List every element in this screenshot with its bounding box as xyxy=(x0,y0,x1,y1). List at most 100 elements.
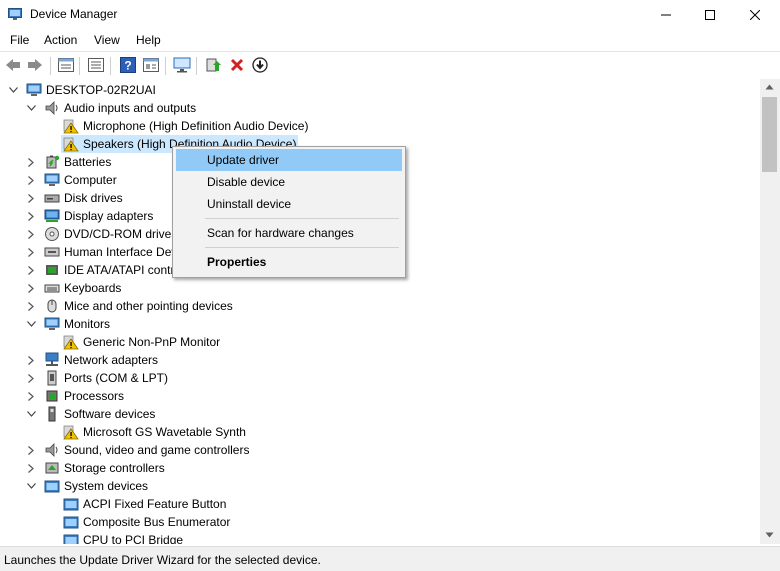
title-bar: Device Manager xyxy=(0,0,780,30)
tree-device[interactable]: CPU to PCI Bridge xyxy=(61,531,185,544)
tree-item-label: Keyboards xyxy=(64,281,122,295)
context-menu-item-uninstall-device[interactable]: Uninstall device xyxy=(176,193,402,215)
context-menu-item-disable-device[interactable]: Disable device xyxy=(176,171,402,193)
tree-root[interactable]: DESKTOP-02R2UAI xyxy=(0,81,156,99)
tree-category[interactable]: Computer xyxy=(28,171,119,189)
help-icon: ? xyxy=(120,57,136,73)
chevron-right-icon[interactable] xyxy=(26,391,36,401)
chevron-right-icon[interactable] xyxy=(26,463,36,473)
status-text: Launches the Update Driver Wizard for th… xyxy=(4,553,321,567)
uninstall-button[interactable] xyxy=(228,56,246,74)
close-icon xyxy=(750,10,760,20)
chevron-right-icon[interactable] xyxy=(26,283,36,293)
chevron-right-icon[interactable] xyxy=(26,265,36,275)
toolbar: ? xyxy=(0,51,780,80)
tree-device[interactable]: Generic Non-PnP Monitor xyxy=(61,333,222,351)
help-button[interactable]: ? xyxy=(119,56,137,74)
back-button[interactable] xyxy=(4,56,22,74)
chevron-right-icon[interactable] xyxy=(26,157,36,167)
tree-device[interactable]: ACPI Fixed Feature Button xyxy=(61,495,228,513)
mouse-icon xyxy=(44,298,60,314)
minimize-button[interactable] xyxy=(643,0,689,30)
computer-icon xyxy=(44,172,60,188)
tree-item-label: Display adapters xyxy=(64,209,154,223)
tree-item-label: Disk drives xyxy=(64,191,123,205)
battery-icon xyxy=(44,154,60,170)
tree-category[interactable]: DVD/CD-ROM drives xyxy=(28,225,179,243)
context-menu-item-scan-for-hardware-changes[interactable]: Scan for hardware changes xyxy=(176,222,402,244)
menu-separator xyxy=(205,218,399,219)
svg-text:?: ? xyxy=(124,59,131,73)
tree-category[interactable]: Display adapters xyxy=(28,207,155,225)
menu-file[interactable]: File xyxy=(10,33,29,47)
menu-help[interactable]: Help xyxy=(136,33,161,47)
tree-category[interactable]: Mice and other pointing devices xyxy=(28,297,235,315)
chevron-down-icon[interactable] xyxy=(26,481,36,491)
warning-icon xyxy=(63,136,79,152)
tree-category[interactable]: Batteries xyxy=(28,153,113,171)
system-device-icon xyxy=(63,532,79,544)
hid-icon xyxy=(44,244,60,260)
tree-category[interactable]: Keyboards xyxy=(28,279,123,297)
scan-hardware-button[interactable] xyxy=(173,56,191,74)
update-driver-button[interactable] xyxy=(204,56,222,74)
list-view-button[interactable] xyxy=(87,56,105,74)
chevron-down-icon[interactable] xyxy=(26,103,36,113)
chevron-right-icon[interactable] xyxy=(26,193,36,203)
tree-item-label: ACPI Fixed Feature Button xyxy=(83,497,227,511)
menu-bar: File Action View Help xyxy=(0,30,780,50)
chevron-down-icon[interactable] xyxy=(26,319,36,329)
context-menu-item-update-driver[interactable]: Update driver xyxy=(176,149,402,171)
tree-item-label: Computer xyxy=(64,173,117,187)
menu-action[interactable]: Action xyxy=(44,33,77,47)
window-title: Device Manager xyxy=(30,7,118,21)
tree-item-label: Microphone (High Definition Audio Device… xyxy=(83,119,309,133)
tree-category[interactable]: Disk drives xyxy=(28,189,125,207)
view-button[interactable] xyxy=(142,56,160,74)
scrollbar-thumb[interactable] xyxy=(762,97,777,172)
view-icon xyxy=(143,58,159,72)
chevron-right-icon[interactable] xyxy=(26,211,36,221)
forward-arrow-icon xyxy=(28,59,42,71)
tree-category[interactable]: Audio inputs and outputs xyxy=(26,99,198,117)
properties-button[interactable] xyxy=(57,56,75,74)
chevron-down-icon[interactable] xyxy=(8,85,18,95)
tree-category[interactable]: Sound, video and game controllers xyxy=(28,441,251,459)
context-menu-item-label: Uninstall device xyxy=(207,197,292,211)
forward-button[interactable] xyxy=(26,56,44,74)
chevron-right-icon[interactable] xyxy=(26,445,36,455)
tree-category[interactable]: Network adapters xyxy=(28,351,160,369)
scroll-up-icon[interactable] xyxy=(765,84,774,90)
tree-item-label: Mice and other pointing devices xyxy=(64,299,233,313)
tree-category[interactable]: Processors xyxy=(28,387,126,405)
chevron-right-icon[interactable] xyxy=(26,247,36,257)
tree-category[interactable]: Monitors xyxy=(26,315,112,333)
tree-category[interactable]: Software devices xyxy=(26,405,157,423)
chevron-down-icon[interactable] xyxy=(26,409,36,419)
monitor-icon xyxy=(44,316,60,332)
tree-device[interactable]: Microsoft GS Wavetable Synth xyxy=(61,423,248,441)
chevron-right-icon[interactable] xyxy=(26,373,36,383)
chevron-right-icon[interactable] xyxy=(26,175,36,185)
maximize-button[interactable] xyxy=(687,0,733,30)
tree-device[interactable]: Microphone (High Definition Audio Device… xyxy=(61,117,310,135)
minimize-icon xyxy=(661,14,671,16)
vertical-scrollbar[interactable] xyxy=(760,79,780,544)
close-button[interactable] xyxy=(732,0,778,30)
chevron-right-icon[interactable] xyxy=(26,355,36,365)
monitor-scan-icon xyxy=(173,57,191,73)
tree-item-label: CPU to PCI Bridge xyxy=(83,533,184,544)
chevron-right-icon[interactable] xyxy=(26,229,36,239)
tree-device[interactable]: Composite Bus Enumerator xyxy=(61,513,232,531)
scroll-down-icon[interactable] xyxy=(765,532,774,538)
menu-view[interactable]: View xyxy=(94,33,120,47)
tree-category[interactable]: Ports (COM & LPT) xyxy=(28,369,170,387)
context-menu-item-properties[interactable]: Properties xyxy=(176,251,402,273)
tree-item-label: Storage controllers xyxy=(64,461,165,475)
tree-category[interactable]: System devices xyxy=(26,477,150,495)
uninstall-x-icon xyxy=(230,58,244,72)
tree-root-label: DESKTOP-02R2UAI xyxy=(46,83,156,97)
chevron-right-icon[interactable] xyxy=(26,301,36,311)
tree-category[interactable]: Storage controllers xyxy=(28,459,167,477)
enable-device-button[interactable] xyxy=(251,56,269,74)
